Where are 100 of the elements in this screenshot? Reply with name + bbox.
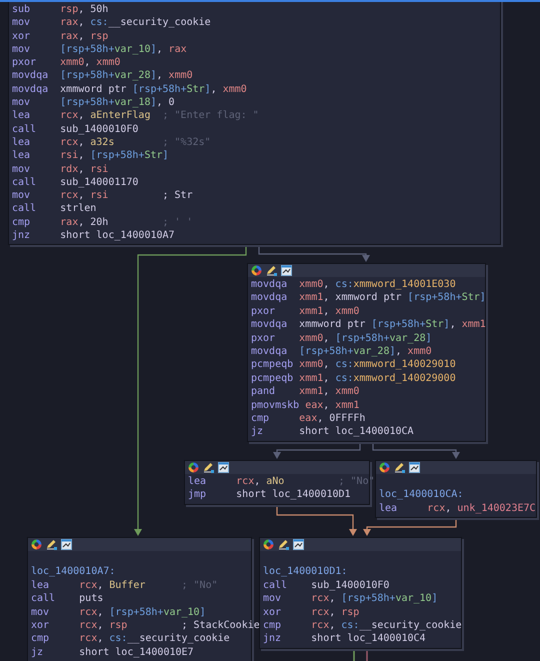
mnemonic: movdqa: [12, 70, 48, 82]
operands: [rsp+58h+var_28], xmm0: [60, 70, 193, 82]
mnemonic: movdqa: [251, 279, 288, 290]
code-comment: ; StackCookie: [182, 618, 260, 632]
mnemonic: xor: [31, 620, 50, 631]
operands: [rsp+58h+var_28], xmm0: [299, 346, 432, 357]
code-comment: ; "No": [338, 475, 375, 488]
operands: rax, cs:__security_cookie: [60, 17, 211, 28]
operands: xmm0, xmm0: [60, 57, 120, 68]
mnemonic: mov: [12, 97, 30, 108]
operands: xmm1, xmmword ptr [rsp+58h+Str]: [299, 292, 486, 304]
mnemonic: lea: [12, 136, 30, 148]
graph-icon[interactable]: [61, 539, 72, 550]
code-comment: ; "%32s": [162, 136, 211, 150]
operands: sub_1400010F0: [60, 124, 138, 135]
mnemonic: pand: [251, 386, 276, 398]
mnemonic: cmp: [251, 412, 270, 424]
code-label: loc_1400010D1:: [263, 565, 348, 579]
code-comment: ; Str: [162, 189, 193, 202]
mnemonic: movdqa: [251, 319, 288, 330]
graph-icon[interactable]: [218, 462, 229, 473]
operands: rcx, unk_140023E7C: [427, 502, 536, 514]
mnemonic: movdqa: [251, 292, 288, 304]
operands: short loc_1400010E7: [79, 646, 194, 658]
operands: rsi, [rsp+58h+Str]: [60, 150, 169, 162]
mnemonic: pmovmskb: [251, 400, 300, 411]
mnemonic: mov: [12, 44, 30, 55]
operands: xmm1, cs:xmmword_140029000: [299, 372, 456, 384]
operands: short loc_1400010D1: [236, 489, 351, 500]
operands: xmm0, [rsp+58h+var_28]: [299, 332, 432, 344]
operands: xmm1, xmm0: [299, 306, 360, 317]
mnemonic: jz: [251, 426, 264, 438]
color-wheel-icon[interactable]: [379, 462, 390, 473]
mnemonic: jz: [31, 646, 44, 658]
pencil-icon[interactable]: [203, 462, 214, 473]
operands: rcx, rsp: [79, 620, 128, 631]
mnemonic: xor: [263, 606, 282, 618]
mnemonic: jnz: [263, 633, 282, 644]
operands: rcx, Buffer: [79, 580, 146, 591]
operands: xmm0, cs:xmmword_140029010: [299, 359, 456, 370]
operands: xmmword ptr [rsp+58h+Str], xmm1: [299, 319, 486, 330]
operands: rdx, rsi: [60, 164, 108, 175]
code-comment: ; ' ': [162, 216, 193, 230]
pencil-icon[interactable]: [46, 539, 57, 550]
operands: rsp, 50h: [60, 4, 108, 15]
mnemonic: mov: [12, 17, 30, 28]
mnemonic: call: [12, 203, 36, 214]
graph-icon[interactable]: [281, 265, 292, 276]
mnemonic: lea: [31, 580, 50, 591]
mnemonic: call: [263, 580, 288, 591]
mnemonic: movdqa: [251, 346, 288, 357]
mnemonic: mov: [31, 606, 50, 618]
mnemonic: cmp: [12, 216, 30, 228]
mnemonic: call: [31, 593, 56, 604]
mnemonic: pcmpeqb: [251, 372, 294, 384]
code-label: loc_1400010CA:: [379, 488, 464, 502]
graph-icon[interactable]: [409, 462, 420, 473]
operands: rcx, [rsp+58h+var_10]: [79, 606, 206, 618]
color-wheel-icon[interactable]: [251, 265, 262, 276]
operands: rax, 20h: [60, 216, 108, 228]
mnemonic: lea: [12, 110, 30, 122]
operands: [rsp+58h+var_10], rax: [60, 44, 187, 55]
operands: rcx, [rsp+58h+var_10]: [311, 593, 438, 604]
operands: rcx, cs:__security_cookie: [79, 633, 230, 644]
color-wheel-icon[interactable]: [188, 462, 199, 473]
mnemonic: cmp: [31, 633, 50, 644]
operands: rcx, rsi: [60, 190, 108, 202]
operands: [rsp+58h+var_18], 0: [60, 97, 175, 108]
mnemonic: pcmpeqb: [251, 359, 294, 370]
code-comment: ; "No": [182, 578, 218, 592]
mnemonic: pxor: [251, 306, 276, 317]
operands: short loc_1400010CA: [299, 426, 414, 438]
operands: rcx, aNo: [236, 476, 284, 487]
color-wheel-icon[interactable]: [31, 539, 42, 550]
pencil-icon[interactable]: [278, 539, 289, 550]
color-wheel-icon[interactable]: [263, 539, 274, 550]
mnemonic: jnz: [12, 230, 30, 242]
operands: xmm1, xmm0: [299, 386, 360, 398]
code-comment: ; "Enter flag: ": [162, 109, 259, 123]
operands: xmm0, cs:xmmword_14001E030: [299, 279, 456, 290]
mnemonic: lea: [379, 502, 398, 514]
pencil-icon[interactable]: [266, 265, 277, 276]
operands: rax, rsp: [60, 30, 108, 42]
operands: rcx, aEnterFlag: [60, 110, 150, 122]
mnemonic: xor: [12, 30, 30, 42]
mnemonic: call: [12, 124, 36, 135]
mnemonic: sub: [12, 4, 30, 15]
mnemonic: mov: [12, 164, 30, 175]
mnemonic: movdqa: [12, 84, 48, 95]
operands: sub_140001170: [60, 176, 138, 188]
operands: eax, 0FFFFh: [299, 412, 366, 424]
mnemonic: pxor: [12, 57, 36, 68]
operands: puts: [79, 593, 104, 604]
graph-icon[interactable]: [293, 539, 304, 550]
mnemonic: mov: [12, 190, 30, 202]
pencil-icon[interactable]: [394, 462, 405, 473]
mnemonic: lea: [12, 150, 30, 162]
operands: eax, xmm1: [305, 400, 360, 411]
mnemonic: cmp: [263, 620, 282, 631]
mnemonic: call: [12, 176, 36, 188]
